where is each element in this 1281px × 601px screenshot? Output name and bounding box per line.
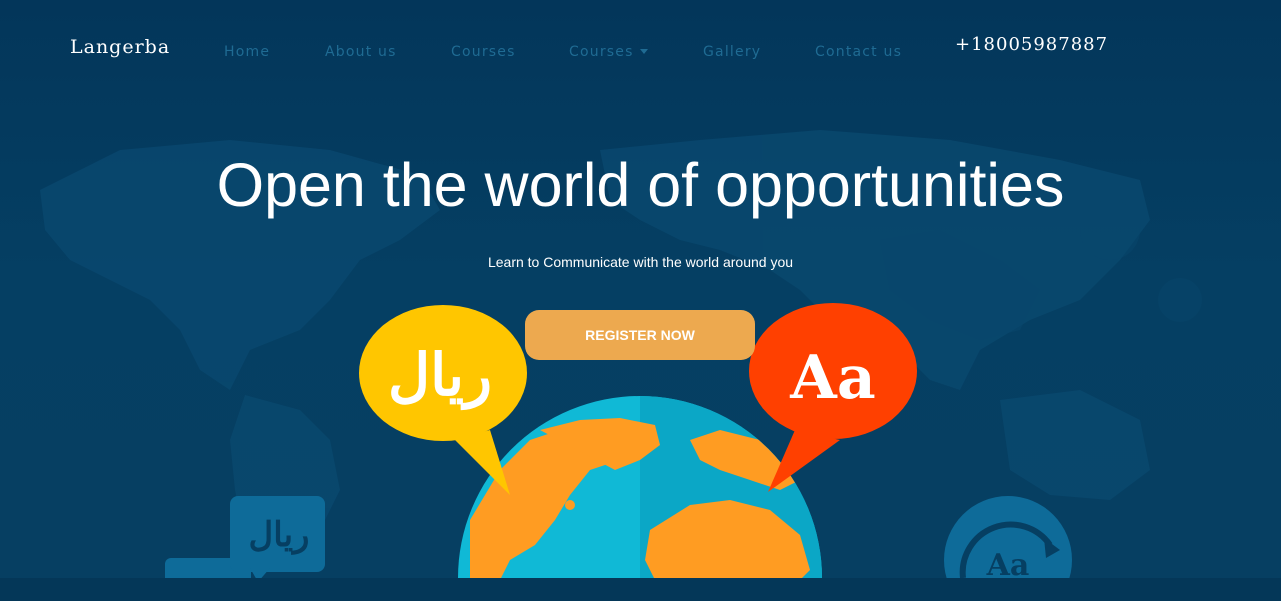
bottom-strip [0, 578, 1281, 601]
small-speech-bubble-icon: ريال [165, 496, 325, 588]
small-right-bubble-text: Aa [986, 548, 1030, 583]
small-left-bubble-text: ريال [249, 515, 310, 555]
hero-section: Langerba Home About us Courses Courses G… [0, 0, 1281, 601]
register-now-button[interactable]: REGISTER NOW [525, 310, 755, 360]
hero-illustration: ريال Aa ريال Aa [0, 303, 1281, 601]
right-bubble-text: Aa [789, 343, 875, 413]
left-bubble-text: ريال [388, 341, 492, 411]
